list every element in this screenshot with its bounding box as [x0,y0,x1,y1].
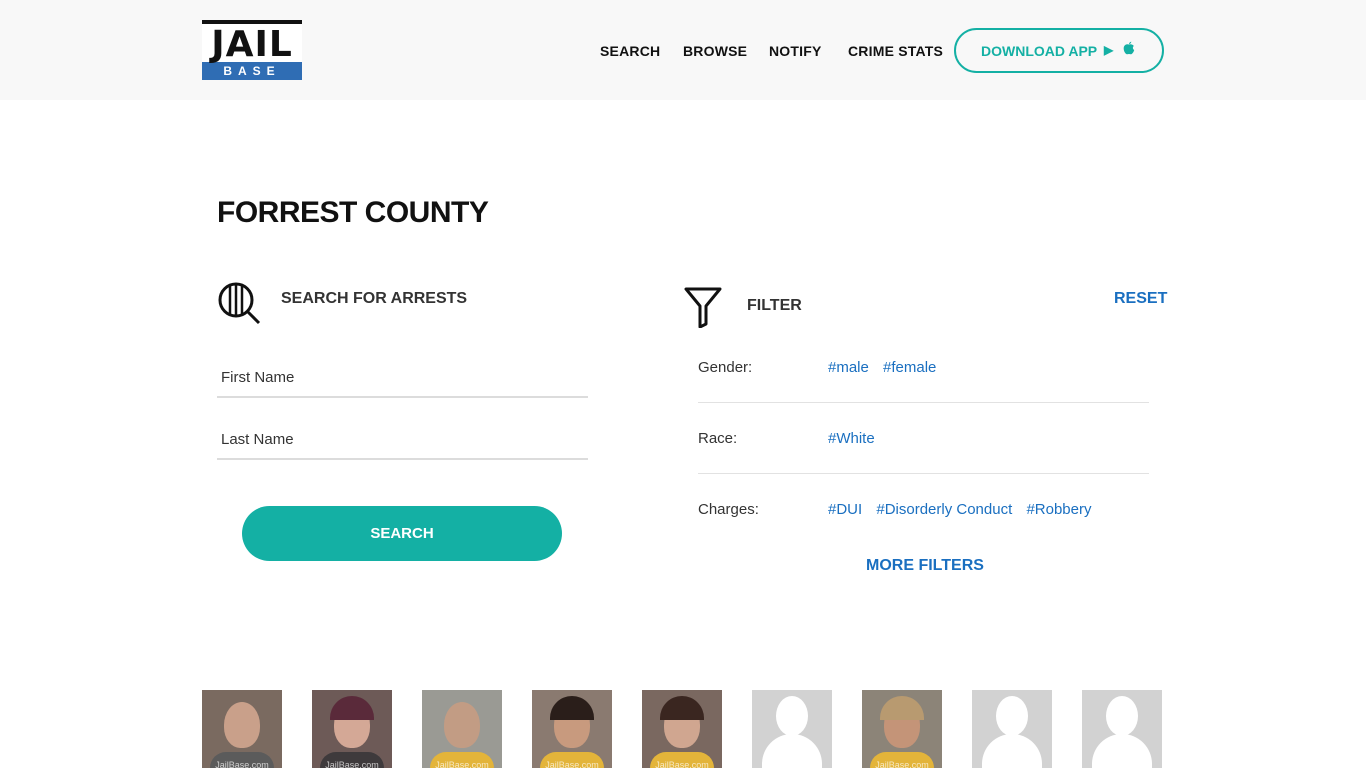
tag-link[interactable]: #male [828,359,869,376]
mugshot-thumbnail[interactable]: JailBase.com [202,690,282,768]
mugshot-placeholder[interactable] [752,690,832,768]
nav-crime-stats[interactable]: CRIME STATS [848,43,943,59]
mugshot-watermark: JailBase.com [325,760,379,768]
logo-wordmark: JAIL [202,20,302,65]
mugshot-watermark: JailBase.com [875,760,929,768]
apple-icon [1123,41,1135,55]
mugshot-thumbnail[interactable]: JailBase.com [532,690,612,768]
avatar-silhouette-head [1106,696,1138,736]
avatar-silhouette-body [762,734,822,768]
mugshot-watermark: JailBase.com [215,760,269,768]
filter-tags: #White [828,430,885,447]
more-filters-link[interactable]: MORE FILTERS [866,557,984,575]
first-name-field [217,358,588,398]
download-app-button[interactable]: DOWNLOAD APP ▶ [954,28,1164,73]
nav-browse[interactable]: BROWSE [683,43,747,59]
avatar-silhouette-head [996,696,1028,736]
filter-label: Gender: [698,359,753,376]
mugshot-hair [880,696,924,720]
mugshot-face [224,702,260,748]
download-app-label: DOWNLOAD APP [981,43,1098,59]
mugshot-placeholder[interactable] [972,690,1052,768]
mugshot-hair [330,696,374,720]
site-header: JAIL BASE SEARCH BROWSE NOTIFY CRIME STA… [0,0,1366,100]
last-name-input[interactable] [217,420,588,458]
avatar-silhouette-body [982,734,1042,768]
search-magnifier-icon [218,282,261,325]
mugshot-watermark: JailBase.com [545,760,599,768]
search-heading: SEARCH FOR ARRESTS [281,290,468,307]
tag-link[interactable]: #female [883,359,936,376]
filter-tags: #male #female [828,359,946,376]
avatar-silhouette-body [1092,734,1152,768]
filter-label: Race: [698,430,738,447]
nav-notify[interactable]: NOTIFY [769,43,822,59]
first-name-input[interactable] [217,358,588,396]
tag-link[interactable]: #White [828,430,875,447]
tag-link[interactable]: #Robbery [1026,501,1091,518]
play-store-icon: ▶ [1104,43,1114,57]
filter-funnel-icon [684,287,722,328]
mugshot-face [444,702,480,748]
filter-tags: #DUI #Disorderly Conduct #Robbery [828,501,1101,518]
mugshot-watermark: JailBase.com [655,760,709,768]
filter-row-gender: Gender: #male #female [698,332,1149,403]
filter-row-race: Race: #White [698,403,1149,474]
mugshot-watermark: JailBase.com [435,760,489,768]
mugshot-thumbnail[interactable]: JailBase.com [312,690,392,768]
mugshot-thumbnail[interactable]: JailBase.com [422,690,502,768]
tag-link[interactable]: #DUI [828,501,862,518]
last-name-field [217,420,588,460]
filter-row-charges: Charges: #DUI #Disorderly Conduct #Robbe… [698,474,1149,545]
mugshot-thumbnail[interactable]: JailBase.com [642,690,722,768]
nav-search[interactable]: SEARCH [600,43,660,59]
mugshot-thumbnail[interactable]: JailBase.com [862,690,942,768]
mugshot-hair [660,696,704,720]
filter-heading: FILTER [747,297,802,314]
mugshot-placeholder[interactable] [1082,690,1162,768]
tag-link[interactable]: #Disorderly Conduct [876,501,1012,518]
filter-label: Charges: [698,501,759,518]
search-button[interactable]: SEARCH [242,506,562,561]
reset-link[interactable]: RESET [1114,290,1167,308]
jailbase-logo[interactable]: JAIL BASE [202,20,302,80]
page-title: FORREST COUNTY [217,196,489,229]
avatar-silhouette-head [776,696,808,736]
mugshot-hair [550,696,594,720]
